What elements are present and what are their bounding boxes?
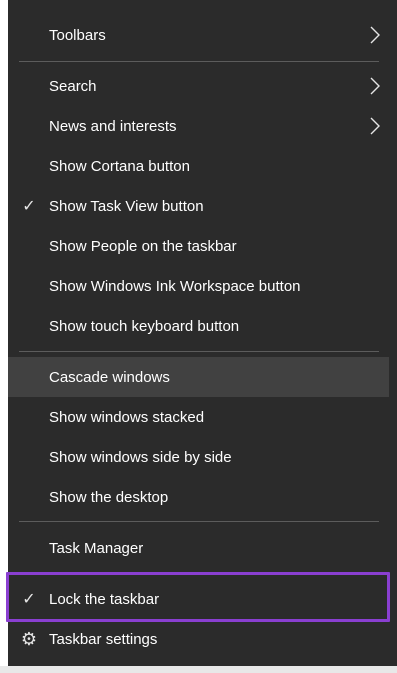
menu-item-label: Show People on the taskbar: [49, 237, 237, 255]
menu-item-cascade-windows[interactable]: Cascade windows: [8, 357, 389, 397]
menu-item-label: Show windows side by side: [49, 448, 232, 466]
menu-item-task-manager[interactable]: Task Manager: [8, 528, 389, 568]
taskbar-strip: [0, 666, 397, 673]
menu-item-label: Cascade windows: [49, 368, 170, 386]
taskbar-context-menu: Toolbars Search News and interests Show …: [8, 0, 397, 666]
menu-separator: [19, 61, 379, 62]
background-page: [0, 0, 8, 673]
menu-item-label: Show the desktop: [49, 488, 169, 506]
menu-item-show-task-view-button[interactable]: ✓ Show Task View button: [8, 186, 389, 226]
menu-item-show-touch-keyboard[interactable]: Show touch keyboard button: [8, 306, 389, 346]
menu-item-show-windows-ink[interactable]: Show Windows Ink Workspace button: [8, 266, 389, 306]
checkmark-icon: ✓: [22, 591, 36, 608]
menu-item-lock-taskbar[interactable]: ✓ Lock the taskbar: [8, 579, 389, 619]
menu-item-label: Task Manager: [49, 539, 144, 557]
checkmark-icon: ✓: [22, 198, 36, 215]
chevron-right-icon: [370, 117, 380, 135]
menu-item-label: Toolbars: [49, 26, 106, 44]
menu-item-label: Show windows stacked: [49, 408, 205, 426]
menu-item-search[interactable]: Search: [8, 66, 389, 106]
menu-item-toolbars[interactable]: Toolbars: [8, 15, 389, 55]
gear-icon: ⚙: [20, 628, 38, 649]
menu-separator: [19, 351, 379, 352]
menu-item-show-desktop[interactable]: Show the desktop: [8, 477, 389, 517]
menu-item-label: Search: [49, 77, 97, 95]
menu-item-label: Taskbar settings: [49, 630, 158, 648]
menu-item-label: Show touch keyboard button: [49, 317, 240, 335]
menu-item-show-windows-side-by-side[interactable]: Show windows side by side: [8, 437, 389, 477]
menu-item-label: Lock the taskbar: [49, 590, 160, 608]
menu-item-news-and-interests[interactable]: News and interests: [8, 106, 389, 146]
chevron-right-icon: [370, 26, 380, 44]
menu-item-label: Show Task View button: [49, 197, 204, 215]
menu-item-label: Show Cortana button: [49, 157, 190, 175]
menu-item-label: News and interests: [49, 117, 177, 135]
menu-item-show-windows-stacked[interactable]: Show windows stacked: [8, 397, 389, 437]
menu-item-show-cortana-button[interactable]: Show Cortana button: [8, 146, 389, 186]
chevron-right-icon: [370, 77, 380, 95]
menu-item-taskbar-settings[interactable]: ⚙ Taskbar settings: [8, 619, 389, 659]
menu-item-show-people[interactable]: Show People on the taskbar: [8, 226, 389, 266]
menu-separator: [19, 521, 379, 522]
menu-item-label: Show Windows Ink Workspace button: [49, 277, 301, 295]
